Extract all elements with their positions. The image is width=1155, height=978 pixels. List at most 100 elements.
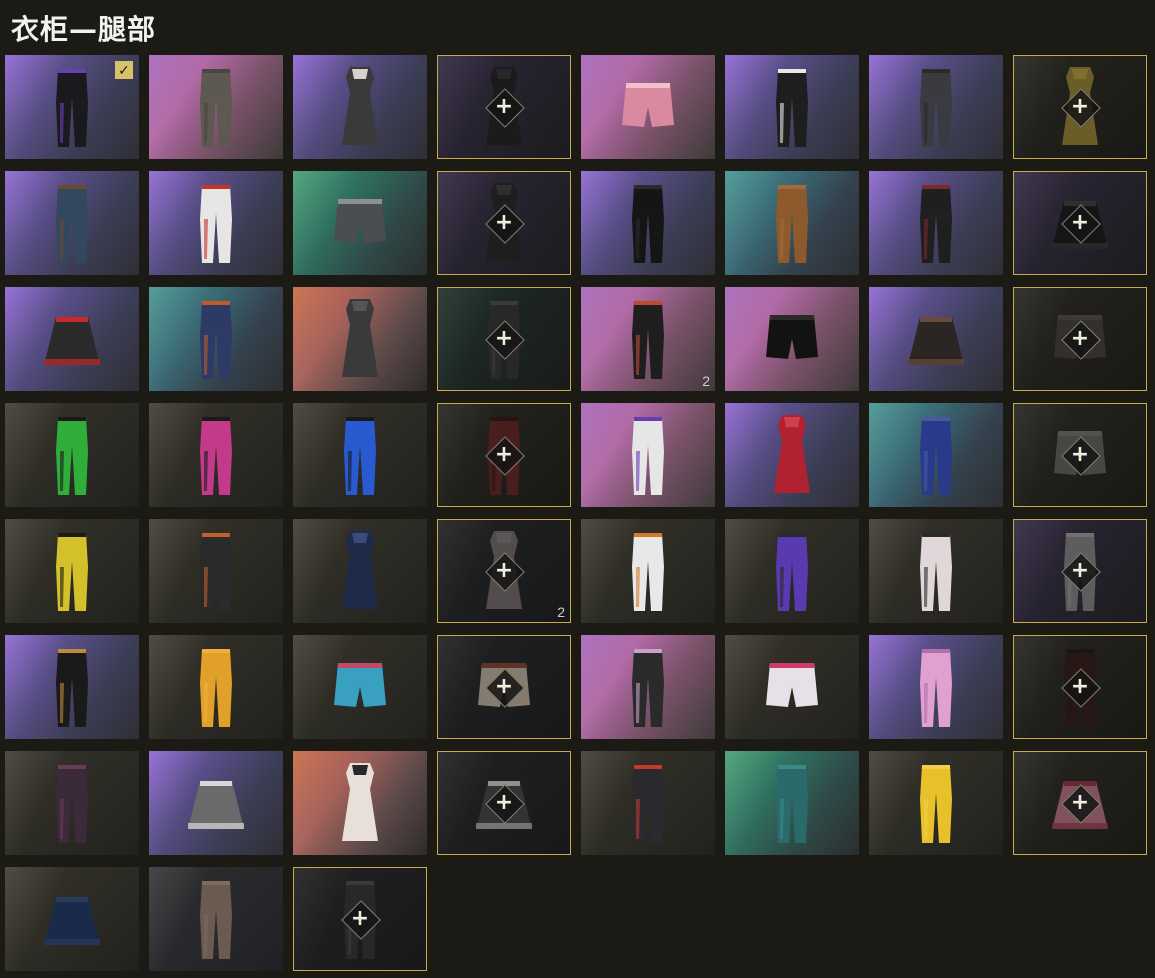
pants-garment-icon bbox=[56, 533, 88, 611]
wardrobe-item[interactable] bbox=[5, 287, 139, 391]
outfit-set-slot[interactable]: + bbox=[437, 635, 571, 739]
item-count-badge: 2 bbox=[557, 604, 565, 620]
skirt-garment-icon bbox=[44, 317, 100, 365]
wardrobe-item[interactable] bbox=[725, 751, 859, 855]
wardrobe-item[interactable] bbox=[725, 171, 859, 275]
shorts-garment-icon bbox=[334, 199, 386, 243]
wardrobe-item[interactable] bbox=[581, 171, 715, 275]
wardrobe-item[interactable] bbox=[869, 635, 1003, 739]
wardrobe-item[interactable] bbox=[725, 287, 859, 391]
wardrobe-item[interactable] bbox=[725, 635, 859, 739]
wardrobe-item[interactable] bbox=[869, 171, 1003, 275]
wardrobe-item[interactable] bbox=[293, 403, 427, 507]
skirt-garment-icon bbox=[908, 317, 964, 365]
pants-garment-icon bbox=[776, 185, 808, 263]
pants-garment-icon bbox=[200, 649, 232, 727]
plus-icon: + bbox=[1070, 790, 1090, 815]
wardrobe-item[interactable] bbox=[725, 519, 859, 623]
outfit-set-slot[interactable]: + bbox=[1013, 519, 1147, 623]
wardrobe-item[interactable] bbox=[149, 55, 283, 159]
pants-garment-icon bbox=[920, 69, 952, 147]
wardrobe-item[interactable] bbox=[725, 403, 859, 507]
shorts-garment-icon bbox=[766, 663, 818, 707]
outfit-set-slot[interactable]: + bbox=[1013, 55, 1147, 159]
wardrobe-item[interactable] bbox=[581, 403, 715, 507]
pants-garment-icon bbox=[56, 417, 88, 495]
wardrobe-item[interactable] bbox=[149, 171, 283, 275]
outfit-set-slot[interactable]: + bbox=[437, 403, 571, 507]
wardrobe-item[interactable] bbox=[581, 519, 715, 623]
wardrobe-item[interactable] bbox=[5, 635, 139, 739]
pants-garment-icon bbox=[56, 69, 88, 147]
outfit-set-slot[interactable]: +2 bbox=[437, 519, 571, 623]
dress-garment-icon bbox=[342, 763, 378, 841]
outfit-set-slot[interactable]: + bbox=[293, 867, 427, 971]
wardrobe-item[interactable] bbox=[293, 635, 427, 739]
wardrobe-item[interactable] bbox=[5, 403, 139, 507]
pants-garment-icon bbox=[920, 765, 952, 843]
wardrobe-item[interactable] bbox=[293, 519, 427, 623]
wardrobe-item[interactable] bbox=[149, 403, 283, 507]
wardrobe-item[interactable] bbox=[149, 287, 283, 391]
wardrobe-item[interactable] bbox=[581, 55, 715, 159]
pants-garment-icon bbox=[632, 765, 664, 843]
pants-garment-icon bbox=[776, 765, 808, 843]
pants-garment-icon bbox=[200, 185, 232, 263]
wardrobe-item[interactable]: 2 bbox=[581, 287, 715, 391]
wardrobe-item[interactable] bbox=[5, 751, 139, 855]
pants-garment-icon bbox=[200, 533, 232, 611]
wardrobe-item[interactable] bbox=[725, 55, 859, 159]
pants-garment-icon bbox=[920, 533, 952, 611]
wardrobe-item[interactable] bbox=[149, 635, 283, 739]
wardrobe-item[interactable] bbox=[293, 171, 427, 275]
pants-garment-icon bbox=[632, 649, 664, 727]
plus-icon: + bbox=[350, 906, 370, 931]
wardrobe-item[interactable]: ✓ bbox=[5, 55, 139, 159]
pants-garment-icon bbox=[920, 417, 952, 495]
check-icon: ✓ bbox=[115, 61, 133, 79]
shorts-garment-icon bbox=[766, 315, 818, 359]
item-count-badge: 2 bbox=[702, 373, 710, 389]
pants-garment-icon bbox=[632, 301, 664, 379]
wardrobe-item[interactable] bbox=[869, 403, 1003, 507]
outfit-set-slot[interactable]: + bbox=[1013, 403, 1147, 507]
plus-icon: + bbox=[494, 674, 514, 699]
outfit-set-slot[interactable]: + bbox=[437, 287, 571, 391]
plus-icon: + bbox=[494, 558, 514, 583]
plus-icon: + bbox=[494, 790, 514, 815]
wardrobe-item[interactable] bbox=[149, 751, 283, 855]
shorts-garment-icon bbox=[334, 663, 386, 707]
outfit-set-slot[interactable]: + bbox=[437, 171, 571, 275]
wardrobe-item[interactable] bbox=[5, 867, 139, 971]
dress-garment-icon bbox=[342, 531, 378, 609]
plus-icon: + bbox=[1070, 442, 1090, 467]
pants-garment-icon bbox=[56, 185, 88, 263]
wardrobe-item[interactable] bbox=[149, 519, 283, 623]
wardrobe-item[interactable] bbox=[869, 55, 1003, 159]
pants-garment-icon bbox=[776, 69, 808, 147]
pants-garment-icon bbox=[200, 301, 232, 379]
outfit-set-slot[interactable]: + bbox=[1013, 171, 1147, 275]
skirt-garment-icon bbox=[188, 781, 244, 829]
outfit-set-slot[interactable]: + bbox=[1013, 287, 1147, 391]
plus-icon: + bbox=[1070, 674, 1090, 699]
wardrobe-item[interactable] bbox=[5, 519, 139, 623]
wardrobe-item[interactable] bbox=[5, 171, 139, 275]
wardrobe-item[interactable] bbox=[581, 635, 715, 739]
wardrobe-item[interactable] bbox=[581, 751, 715, 855]
outfit-set-slot[interactable]: + bbox=[1013, 751, 1147, 855]
outfit-set-slot[interactable]: + bbox=[437, 55, 571, 159]
plus-icon: + bbox=[1070, 210, 1090, 235]
wardrobe-item[interactable] bbox=[869, 751, 1003, 855]
outfit-set-slot[interactable]: + bbox=[1013, 635, 1147, 739]
pants-garment-icon bbox=[56, 649, 88, 727]
wardrobe-item[interactable] bbox=[293, 287, 427, 391]
pants-garment-icon bbox=[200, 417, 232, 495]
wardrobe-item[interactable] bbox=[869, 287, 1003, 391]
plus-icon: + bbox=[494, 442, 514, 467]
outfit-set-slot[interactable]: + bbox=[437, 751, 571, 855]
wardrobe-item[interactable] bbox=[293, 55, 427, 159]
wardrobe-item[interactable] bbox=[293, 751, 427, 855]
wardrobe-item[interactable] bbox=[869, 519, 1003, 623]
wardrobe-item[interactable] bbox=[149, 867, 283, 971]
